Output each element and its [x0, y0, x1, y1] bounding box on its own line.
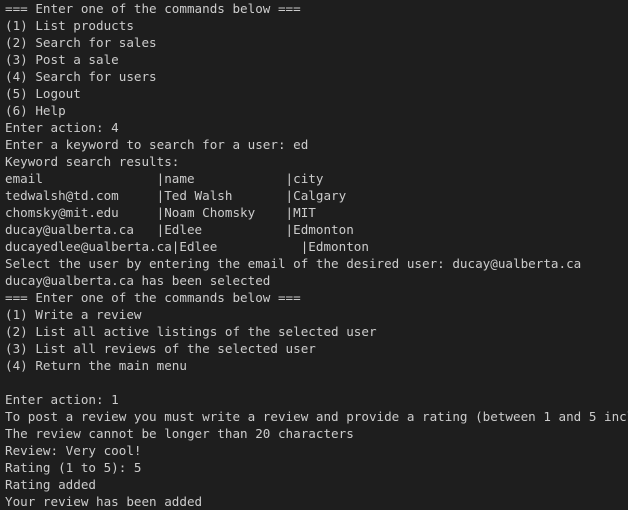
- rating-input: Rating (1 to 5): 5: [5, 460, 142, 475]
- results-table-row: tedwalsh@td.com |Ted Walsh |Calgary: [5, 188, 347, 203]
- menu-option-list-products: (1) List products: [5, 18, 134, 33]
- terminal-output[interactable]: === Enter one of the commands below === …: [0, 0, 628, 510]
- submenu-option-write-review: (1) Write a review: [5, 307, 142, 322]
- menu-option-search-users: (4) Search for users: [5, 69, 157, 84]
- search-results-heading: Keyword search results:: [5, 154, 180, 169]
- submenu-option-return: (4) Return the main menu: [5, 358, 187, 373]
- action-prompt: Enter action: 4: [5, 120, 119, 135]
- submenu-option-list-listings: (2) List all active listings of the sele…: [5, 324, 377, 339]
- results-table-row: chomsky@mit.edu |Noam Chomsky |MIT: [5, 205, 316, 220]
- action-prompt: Enter action: 1: [5, 392, 119, 407]
- review-length-note: The review cannot be longer than 20 char…: [5, 426, 354, 441]
- review-instructions: To post a review you must write a review…: [5, 409, 628, 424]
- results-table-row: ducayedlee@ualberta.ca|Edlee |Edmonton: [5, 239, 369, 254]
- menu-option-help: (6) Help: [5, 103, 66, 118]
- user-selected-message: ducay@ualberta.ca has been selected: [5, 273, 271, 288]
- submenu-option-list-reviews: (3) List all reviews of the selected use…: [5, 341, 316, 356]
- menu-header: === Enter one of the commands below ===: [5, 1, 301, 16]
- submenu-header: === Enter one of the commands below ===: [5, 290, 301, 305]
- review-added-message: Your review has been added: [5, 494, 203, 509]
- results-table-header: email |name |city: [5, 171, 324, 186]
- select-user-prompt: Select the user by entering the email of…: [5, 256, 582, 271]
- menu-option-logout: (5) Logout: [5, 86, 81, 101]
- review-input: Review: Very cool!: [5, 443, 142, 458]
- keyword-prompt: Enter a keyword to search for a user: ed: [5, 137, 309, 152]
- menu-option-post-sale: (3) Post a sale: [5, 52, 119, 67]
- menu-option-search-sales: (2) Search for sales: [5, 35, 157, 50]
- results-table-row: ducay@ualberta.ca |Edlee |Edmonton: [5, 222, 354, 237]
- rating-added-message: Rating added: [5, 477, 96, 492]
